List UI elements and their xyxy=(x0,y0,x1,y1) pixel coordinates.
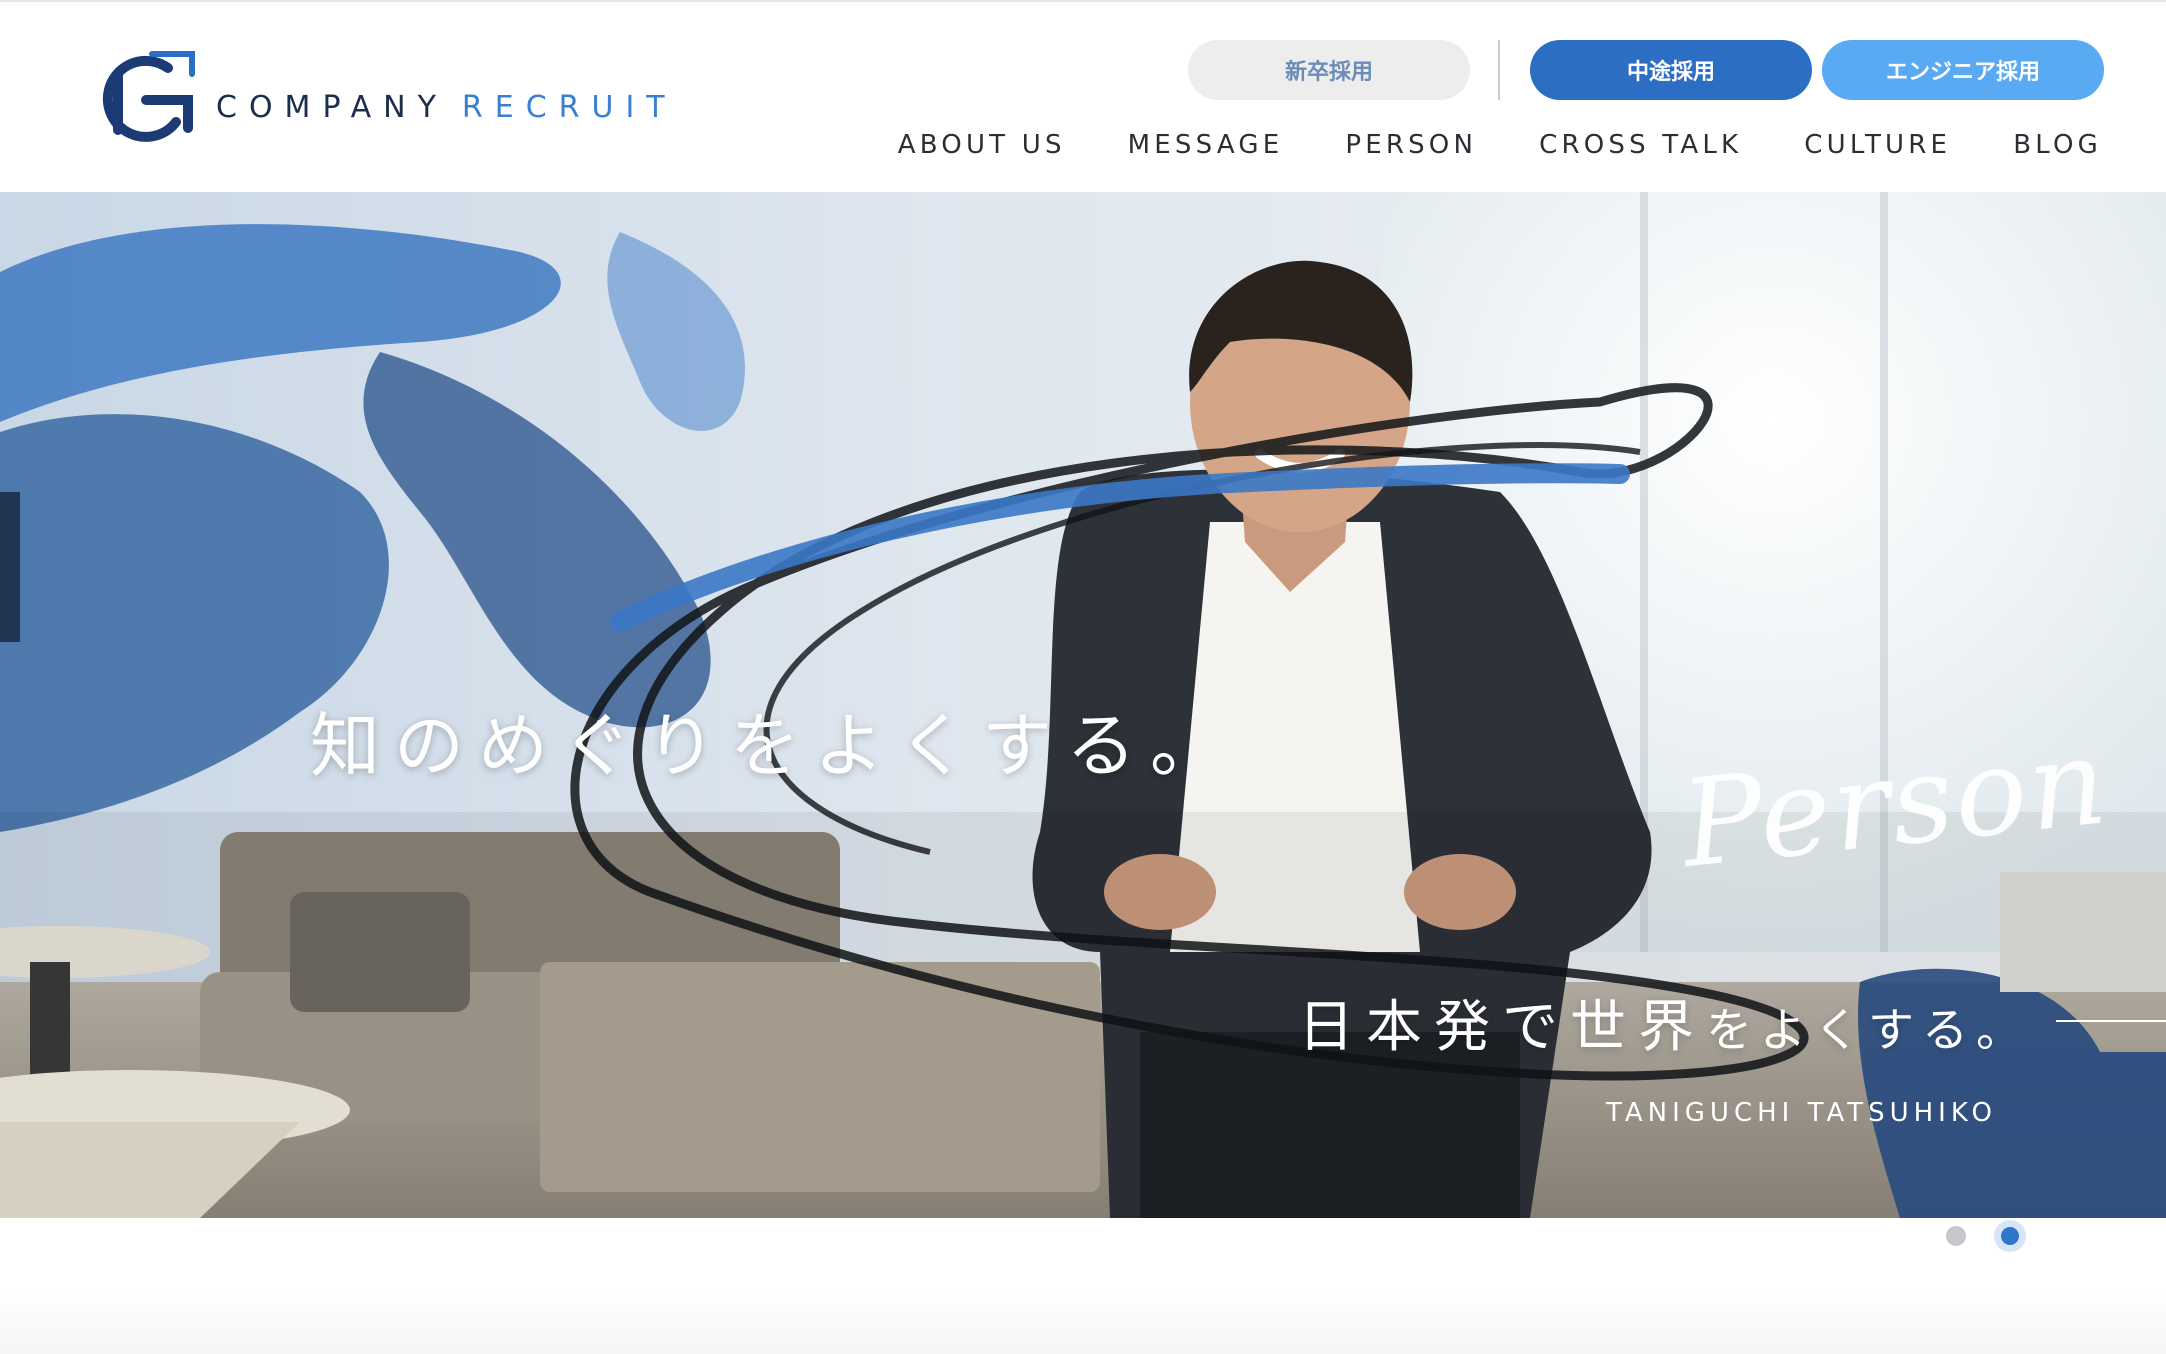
logo-text: COMPANY RECRUIT xyxy=(216,90,677,125)
logo-word-recruit: RECRUIT xyxy=(461,89,677,125)
mural-dark-block xyxy=(0,492,20,642)
hero-quote-main: 日本発で世界 xyxy=(1298,995,1706,1060)
company-g-logo-icon xyxy=(102,51,195,142)
slider-dot-1[interactable] xyxy=(1946,1226,1966,1246)
mid-career-recruit-button[interactable]: 中途採用 xyxy=(1530,40,1812,100)
hero-tagline: 知のめぐりをよくする。 xyxy=(310,705,1234,787)
hero-quote: 日本発で世界をよくする。 xyxy=(1298,982,2030,1063)
logo-word-company: COMPANY xyxy=(216,89,448,125)
nav-item-person[interactable]: PERSON xyxy=(1345,130,1477,160)
main-nav: ABOUT US MESSAGE PERSON CROSS TALK CULTU… xyxy=(898,130,2102,160)
hero-quote-rule xyxy=(2056,1020,2166,1022)
slider-dot-2-active[interactable] xyxy=(1994,1220,2026,1252)
hero-person-name: TANIGUCHI TATSUHIKO xyxy=(1606,1098,1997,1128)
nav-item-blog[interactable]: BLOG xyxy=(2013,130,2102,160)
nav-item-culture[interactable]: CULTURE xyxy=(1804,130,1951,160)
hero-slider: 知のめぐりをよくする。 Person 日本発で世界をよくする。 TANIGUCH… xyxy=(0,192,2166,1218)
site-header: COMPANY RECRUIT 新卒採用 中途採用 エンジニア採用 ABOUT U… xyxy=(0,0,2166,192)
site-logo[interactable]: COMPANY RECRUIT xyxy=(92,44,677,156)
new-grad-recruit-button[interactable]: 新卒採用 xyxy=(1188,40,1470,100)
engineer-recruit-button[interactable]: エンジニア採用 xyxy=(1822,40,2104,100)
page-bottom-area xyxy=(0,1290,2166,1354)
slider-dot-active-indicator xyxy=(2001,1227,2019,1245)
nav-item-cross-talk[interactable]: CROSS TALK xyxy=(1539,130,1742,160)
button-divider xyxy=(1498,40,1500,100)
hero-quote-tail: をよくする。 xyxy=(1706,1003,2030,1057)
nav-item-message[interactable]: MESSAGE xyxy=(1128,130,1284,160)
nav-item-about-us[interactable]: ABOUT US xyxy=(898,130,1066,160)
